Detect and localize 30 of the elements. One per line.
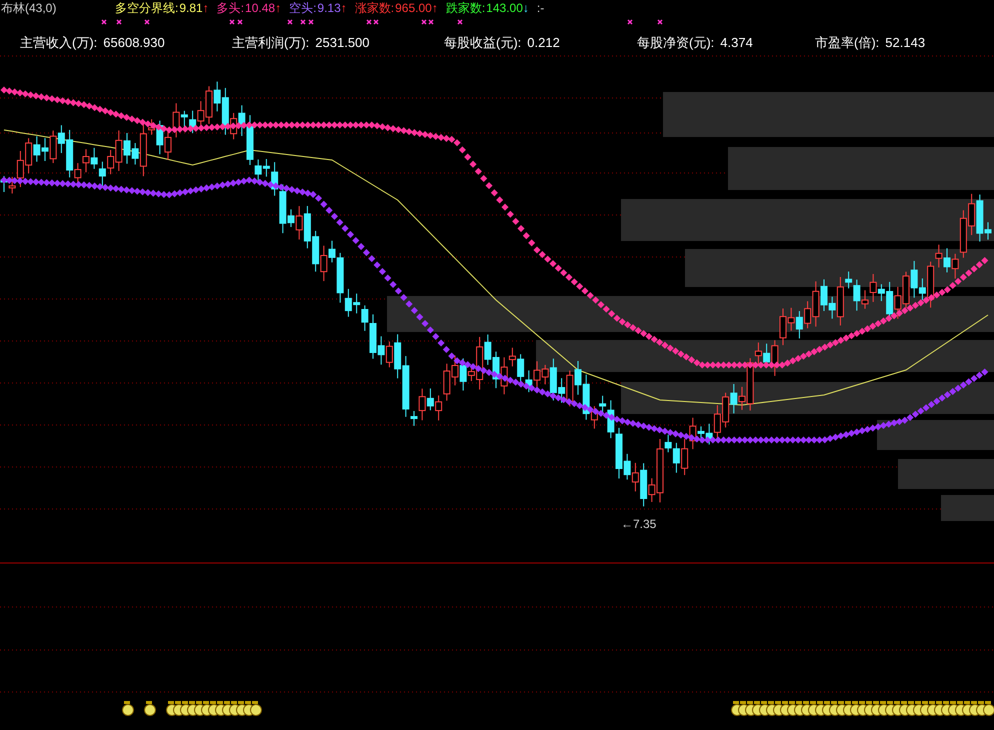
- low-price-label: ←7.35: [621, 517, 656, 531]
- legend-value: 965.00: [395, 0, 432, 17]
- fundamental-label: 每股收益(元):: [444, 34, 522, 52]
- fundamental-value: 4.374: [720, 34, 753, 52]
- money-bag-icon: [122, 701, 134, 716]
- legend-label: 跌家数:: [446, 0, 486, 17]
- legend-tail: :-: [536, 0, 544, 17]
- legend-value: 9.13: [317, 0, 341, 17]
- fundamental-value: 52.143: [885, 34, 926, 52]
- fundamental-value: 65608.930: [103, 34, 165, 52]
- legend-label: 空头:: [289, 0, 316, 17]
- fundamental-label: 市盈率(倍):: [815, 34, 880, 52]
- trend-arrow: ↑: [432, 0, 438, 17]
- fundamental-value: 2531.500: [315, 34, 370, 52]
- legend-value: 9.81: [179, 0, 203, 17]
- legend-value: 10.48: [245, 0, 276, 17]
- trend-arrow: ↑: [202, 0, 209, 17]
- trend-arrow: ↓: [522, 0, 529, 17]
- legend-label: 多空分界线:: [115, 0, 178, 17]
- trend-arrow: ↑: [340, 0, 347, 17]
- fundamental-label: 主营收入(万):: [20, 34, 98, 52]
- legend-value: 143.00: [486, 0, 523, 17]
- fundamental-label: 主营利润(万):: [232, 34, 310, 52]
- legend-label: 涨家数:: [354, 0, 394, 17]
- indicator-name: 布林(43,0): [0, 0, 58, 17]
- money-bag-icon: [144, 701, 156, 716]
- fundamental-label: 每股净资(元):: [637, 34, 714, 52]
- legend-label: 多头:: [216, 0, 244, 17]
- fundamental-value: 0.212: [527, 34, 560, 52]
- trend-arrow: ↑: [275, 0, 282, 17]
